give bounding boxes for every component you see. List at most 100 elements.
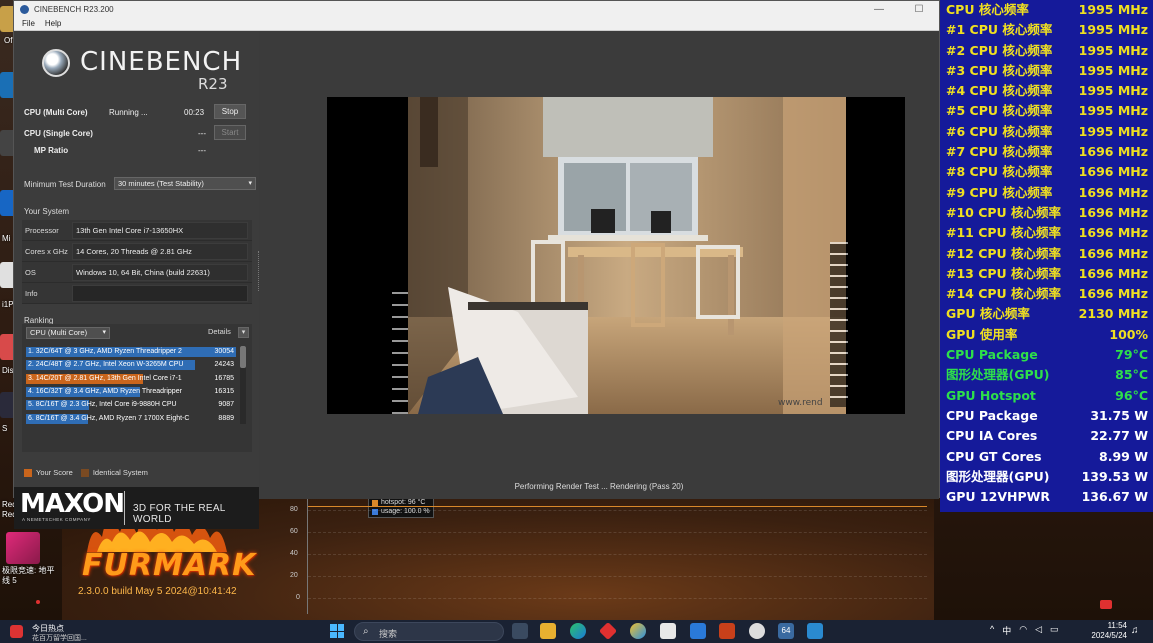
chevron-down-icon[interactable]: ▾ bbox=[238, 327, 249, 338]
ranking-row[interactable]: 5. 8C/16T @ 2.3 GHz, Intel Core i9-9880H… bbox=[26, 399, 236, 411]
ranking-row[interactable]: 2. 24C/48T @ 2.7 GHz, Intel Xeon W-3265M… bbox=[26, 359, 236, 371]
task-view-icon[interactable] bbox=[512, 623, 528, 639]
notification-bell-icon[interactable]: ♫ bbox=[1131, 625, 1139, 636]
logo-version: R23 bbox=[198, 75, 228, 93]
ranking-row[interactable]: 1. 32C/64T @ 3 GHz, AMD Ryzen Threadripp… bbox=[26, 346, 236, 358]
app-red-icon[interactable] bbox=[598, 621, 618, 641]
osd-value: 136.67 W bbox=[1081, 489, 1148, 505]
render-status: Performing Render Test ... Rendering (Pa… bbox=[514, 482, 684, 491]
chrome-icon[interactable] bbox=[630, 623, 646, 639]
ranking-label: 4. 16C/32T @ 3.4 GHz, AMD Ryzen Threadri… bbox=[28, 387, 182, 395]
osd-value: 1995 MHz bbox=[1078, 22, 1148, 38]
osd-row: CPU Package 79°C bbox=[940, 345, 1153, 365]
osd-label: CPU 核心频率 bbox=[946, 2, 1029, 17]
ranking-label: 2. 24C/48T @ 2.7 GHz, Intel Xeon W-3265M… bbox=[28, 361, 184, 369]
ranking-score: 16785 bbox=[214, 374, 234, 382]
osd-label: #8 CPU 核心频率 bbox=[946, 164, 1053, 180]
osd-value: 2130 MHz bbox=[1078, 306, 1148, 322]
ranking-select-value: CPU (Multi Core) bbox=[30, 328, 88, 337]
edge-icon[interactable] bbox=[570, 623, 586, 639]
divider bbox=[124, 491, 125, 525]
osd-row: #4 CPU 核心频率 1995 MHz bbox=[940, 81, 1153, 101]
ime-indicator[interactable]: 中 bbox=[1002, 624, 1011, 637]
osd-row: #6 CPU 核心频率 1995 MHz bbox=[940, 122, 1153, 142]
menu-file[interactable]: File bbox=[22, 19, 35, 28]
news-widget[interactable]: 今日热点 花百万留学回国... bbox=[8, 622, 108, 642]
hardware-monitor-osd: CPU 核心频率 1995 MHz #1 CPU 核心频率 1995 MHz #2 CP… bbox=[940, 0, 1153, 512]
osd-row: #8 CPU 核心频率 1696 MHz bbox=[940, 162, 1153, 182]
ranking-row[interactable]: 4. 16C/32T @ 3.4 GHz, AMD Ryzen Threadri… bbox=[26, 386, 236, 398]
aida64-icon[interactable]: 64 bbox=[778, 623, 794, 639]
osd-row: #5 CPU 核心频率 1995 MHz bbox=[940, 101, 1153, 121]
test-row-multi-core: CPU (Multi Core) Running ... 00:23 Stop bbox=[24, 104, 249, 120]
window-title: CINEBENCH R23.200 bbox=[34, 4, 114, 14]
min-duration-select[interactable]: 30 minutes (Test Stability) ▾ bbox=[114, 177, 256, 190]
logo-text: CINEBENCH bbox=[80, 47, 243, 77]
start-button[interactable]: Start bbox=[214, 125, 246, 140]
system-row-info: Info bbox=[22, 283, 252, 304]
ranking-row[interactable]: 6. 8C/16T @ 3.4 GHz, AMD Ryzen 7 1700X E… bbox=[26, 413, 236, 425]
osd-label: #12 CPU 核心频率 bbox=[946, 245, 1062, 261]
osd-row: #13 CPU 核心频率 1696 MHz bbox=[940, 264, 1153, 284]
osd-value: 1995 MHz bbox=[1078, 2, 1148, 17]
ranking-select[interactable]: CPU (Multi Core) ▾ bbox=[26, 327, 110, 339]
ranking-label: 1. 32C/64T @ 3 GHz, AMD Ryzen Threadripp… bbox=[28, 348, 182, 355]
osd-row: #10 CPU 核心频率 1696 MHz bbox=[940, 203, 1153, 223]
ranking-row[interactable]: 3. 14C/20T @ 2.81 GHz, 13th Gen Intel Co… bbox=[26, 373, 236, 385]
sys-label: Cores x GHz bbox=[25, 246, 68, 256]
osd-value: 1696 MHz bbox=[1078, 144, 1148, 160]
minimize-icon[interactable]: — bbox=[859, 4, 899, 15]
ranking-panel: CPU (Multi Core) ▾ Details ▾ 1. 32C/64T … bbox=[22, 324, 252, 452]
osd-label: #1 CPU 核心频率 bbox=[946, 22, 1053, 38]
svg-text:www.rend: www.rend bbox=[778, 398, 823, 408]
cinebench-taskbar-icon[interactable] bbox=[749, 623, 765, 639]
notification-dot bbox=[36, 600, 40, 604]
osd-value: 1995 MHz bbox=[1078, 123, 1148, 139]
your-system-title: Your System bbox=[24, 207, 70, 216]
osd-label: #7 CPU 核心频率 bbox=[946, 144, 1053, 160]
store-icon[interactable] bbox=[690, 623, 706, 639]
render-image: www.rend bbox=[408, 97, 846, 414]
desktop-icon-label-forza[interactable]: 极限竞速: 地平线 5 bbox=[2, 566, 57, 586]
osd-label: 图形处理器(GPU) bbox=[946, 468, 1050, 484]
osd-value: 1696 MHz bbox=[1078, 245, 1148, 261]
taskbar-search[interactable]: ⌕ 搜索 bbox=[354, 622, 504, 641]
osd-label: #6 CPU 核心频率 bbox=[946, 123, 1053, 139]
battery-icon[interactable]: ▭ bbox=[1050, 624, 1059, 637]
calendar-app-icon[interactable] bbox=[660, 623, 676, 639]
wifi-icon[interactable]: ◠ bbox=[1019, 624, 1027, 637]
tray-red-icon[interactable] bbox=[1100, 600, 1112, 609]
osd-row: #1 CPU 核心频率 1995 MHz bbox=[940, 20, 1153, 40]
maxon-tagline: 3D FOR THE REAL WORLD bbox=[133, 503, 226, 525]
info-input[interactable] bbox=[72, 284, 248, 302]
taskbar: 今日热点 花百万留学回国... ⌕ 搜索 64 ^ 中 ◠ ◁ ▭ 11:54 … bbox=[0, 620, 1153, 643]
speaker-icon[interactable]: ◁ bbox=[1035, 624, 1042, 637]
furmark-legend: hotspot: 96 °C usage: 100.0 % bbox=[368, 496, 434, 518]
osd-value: 1696 MHz bbox=[1078, 286, 1148, 302]
menu-help[interactable]: Help bbox=[45, 19, 61, 28]
furmark-taskbar-icon[interactable] bbox=[719, 623, 735, 639]
render-viewport: www.rend bbox=[327, 97, 905, 414]
stop-button[interactable]: Stop bbox=[214, 104, 246, 119]
osd-label: #14 CPU 核心频率 bbox=[946, 286, 1062, 302]
file-explorer-icon[interactable] bbox=[540, 623, 556, 639]
your-score-swatch bbox=[24, 468, 32, 477]
test-name: MP Ratio bbox=[34, 145, 69, 155]
maximize-icon[interactable]: ☐ bbox=[899, 4, 939, 15]
ranking-score: 16315 bbox=[214, 387, 234, 395]
chevron-up-icon[interactable]: ^ bbox=[990, 624, 994, 637]
forza-icon[interactable] bbox=[6, 532, 40, 564]
osd-value: 1696 MHz bbox=[1078, 225, 1148, 241]
taskbar-clock[interactable]: 11:54 2024/5/24 bbox=[1087, 621, 1127, 641]
ranking-scrollbar[interactable] bbox=[240, 346, 246, 424]
title-bar[interactable]: CINEBENCH R23.200 — ☐ bbox=[14, 1, 939, 17]
chevron-down-icon: ▾ bbox=[248, 180, 252, 187]
details-label[interactable]: Details bbox=[208, 327, 231, 336]
axis-tick: 80 bbox=[290, 506, 298, 513]
min-duration-label: Minimum Test Duration bbox=[24, 180, 106, 189]
windows-start-icon[interactable] bbox=[330, 624, 344, 638]
osd-label: CPU IA Cores bbox=[946, 428, 1038, 444]
search-icon: ⌕ bbox=[363, 626, 369, 637]
app-blue-icon[interactable] bbox=[807, 623, 823, 639]
cinebench-logo-icon bbox=[42, 49, 70, 77]
